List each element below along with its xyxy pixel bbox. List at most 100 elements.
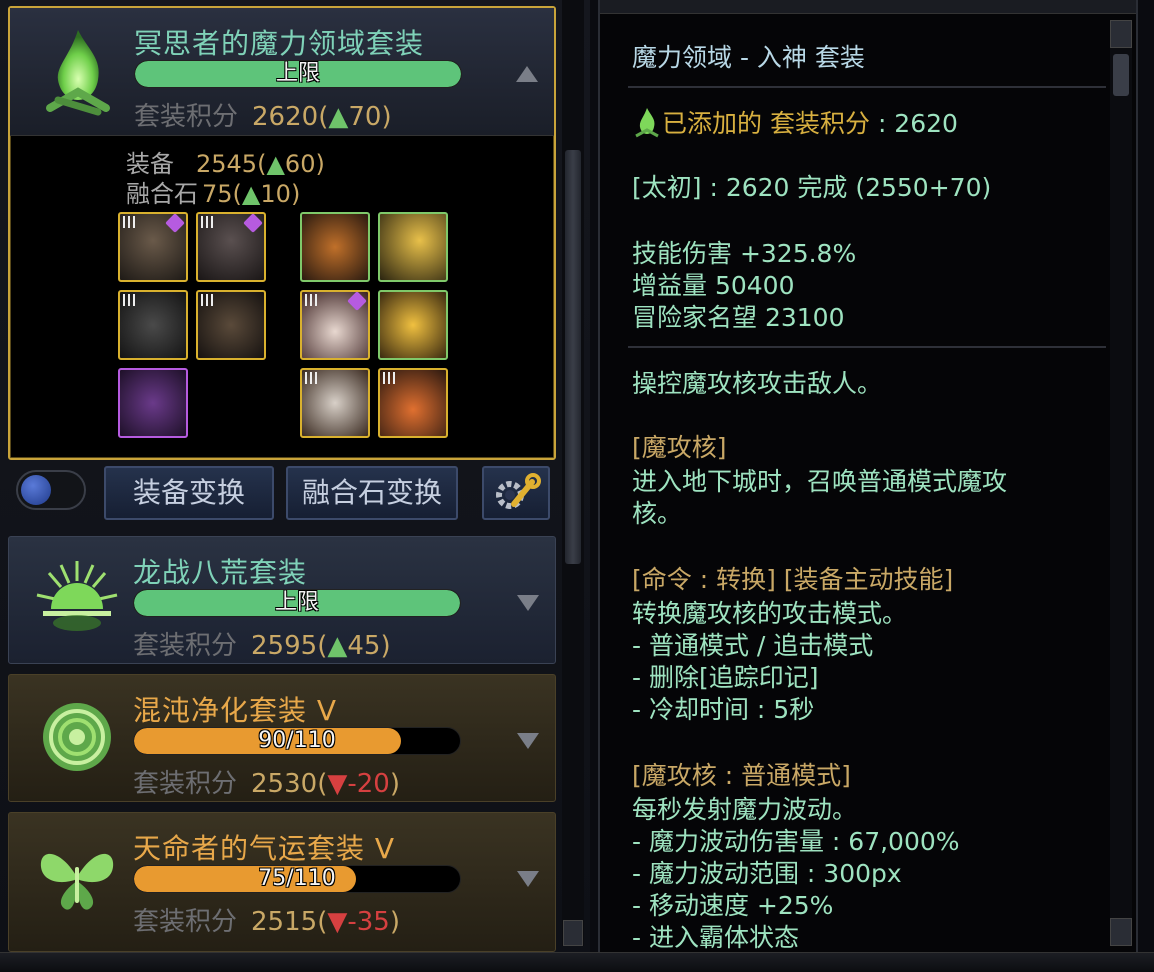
scrollbar-thumb[interactable] bbox=[565, 150, 581, 564]
rising-sun-icon bbox=[36, 561, 118, 631]
set-name: 冥思者的魔力领域套装 bbox=[134, 27, 425, 60]
section-line: - 普通模式 / 追击模式 bbox=[632, 631, 874, 660]
scrollbar-thumb[interactable] bbox=[1113, 54, 1129, 96]
equip-slot-belt-icon[interactable] bbox=[196, 290, 266, 360]
set-name: 混沌净化套装 V bbox=[133, 694, 338, 727]
set-score-value: 2530 bbox=[251, 769, 318, 799]
equip-slot-earring-icon[interactable] bbox=[378, 290, 448, 360]
set-toggle-switch[interactable] bbox=[16, 470, 86, 510]
added-prefix: 已添加的 bbox=[662, 109, 763, 138]
detail-title: 魔力领域 - 入神 套装 bbox=[632, 43, 865, 72]
set-card-selected[interactable]: 冥思者的魔力领域套装 上限 套装积分 2620(▲70) 装备 2545(▲60) … bbox=[8, 6, 556, 460]
added-score-row: 已添加的 套装积分 : 2620 bbox=[632, 104, 958, 140]
set-detail-panel: 魔力领域 - 入神 套装 已添加的 套装积分 : 2620 [太初] : 262… bbox=[598, 0, 1138, 952]
set-card[interactable]: 龙战八荒套装 上限 套装积分 2595(▲45) bbox=[8, 536, 556, 664]
score-down-arrow-icon: ▼ bbox=[327, 907, 348, 937]
stone-score-delta: 10 bbox=[260, 180, 291, 208]
equip-slot-pants-icon[interactable] bbox=[118, 290, 188, 360]
section-line: - 移动速度 +25% bbox=[632, 891, 834, 920]
toggle-knob bbox=[21, 475, 51, 505]
desc-line: 操控魔攻核攻击敌人。 bbox=[632, 369, 883, 398]
scroll-up-button[interactable] bbox=[1110, 20, 1132, 48]
section-line: - 删除[追踪印记] bbox=[632, 663, 819, 692]
stone-score-row: 融合石 75(▲10) bbox=[126, 180, 301, 208]
added-value: : 2620 bbox=[877, 109, 958, 138]
set-card-header[interactable]: 冥思者的魔力领域套装 上限 套装积分 2620(▲70) bbox=[10, 8, 554, 136]
set-score: 套装积分 2620(▲70) bbox=[134, 102, 392, 132]
detail-header-strip bbox=[600, 0, 1136, 14]
added-label: 套装积分 bbox=[769, 109, 870, 138]
set-progress-bar: 90/110 bbox=[133, 727, 461, 755]
set-score-delta: 45 bbox=[347, 631, 381, 661]
butterfly-icon bbox=[40, 853, 114, 910]
equip-slot-hat-icon[interactable] bbox=[118, 212, 188, 282]
section-title: [命令 : 转换] bbox=[632, 565, 776, 594]
set-progress-text: 上限 bbox=[274, 590, 319, 615]
set-progress-text: 75/110 bbox=[258, 866, 336, 891]
rose-icon bbox=[43, 703, 111, 771]
set-progress-bar: 上限 bbox=[133, 589, 461, 617]
score-down-arrow-icon: ▼ bbox=[327, 769, 348, 799]
equip-slot-coat-icon[interactable] bbox=[196, 212, 266, 282]
set-score-delta: 70 bbox=[348, 102, 382, 132]
set-score-label: 套装积分 bbox=[133, 631, 238, 661]
stat-buff-amount: 增益量 50400 bbox=[632, 271, 795, 300]
set-progress-bar: 上限 bbox=[134, 60, 462, 88]
set-score-label: 套装积分 bbox=[134, 102, 239, 132]
scroll-down-button[interactable] bbox=[1110, 918, 1132, 946]
set-list-panel: 冥思者的魔力领域套装 上限 套装积分 2620(▲70) 装备 2545(▲60) … bbox=[0, 0, 590, 972]
equip-slot-necklace-icon[interactable] bbox=[378, 212, 448, 282]
section-line: 每秒发射魔力波动。 bbox=[632, 795, 858, 824]
set-score-value: 2595 bbox=[251, 631, 318, 661]
section-title: [魔攻核] bbox=[632, 433, 727, 462]
section-line: - 进入霸体状态 bbox=[632, 923, 799, 952]
green-flame-icon bbox=[46, 30, 110, 116]
set-card[interactable]: 混沌净化套装 V 90/110 套装积分 2530(▼-20) bbox=[8, 674, 556, 802]
set-score-label: 套装积分 bbox=[133, 769, 238, 799]
stone-score-value: 75 bbox=[202, 180, 233, 208]
set-score-delta: -35 bbox=[347, 907, 390, 937]
up-arrow-icon: ▲ bbox=[241, 180, 261, 208]
set-name: 天命者的气运套装 V bbox=[133, 832, 396, 865]
section-line: 核。 bbox=[632, 499, 683, 528]
section-line: - 冷却时间 : 5秒 bbox=[632, 695, 815, 724]
green-flame-icon bbox=[635, 108, 659, 138]
collapse-arrow-icon[interactable] bbox=[516, 66, 538, 82]
scroll-down-button[interactable] bbox=[563, 920, 583, 946]
wrench-gear-icon bbox=[496, 473, 541, 509]
equip-slot-bracelet-icon[interactable] bbox=[300, 212, 370, 282]
expand-arrow-icon[interactable] bbox=[517, 871, 539, 887]
equip-slot-support-icon[interactable] bbox=[300, 368, 370, 438]
equip-slot-shoes-icon[interactable] bbox=[118, 368, 188, 438]
set-score-value: 2620 bbox=[252, 102, 319, 132]
stone-score-label: 融合石 bbox=[126, 180, 198, 208]
window-bottom-frame bbox=[0, 952, 1154, 972]
set-name: 龙战八荒套装 bbox=[133, 556, 308, 589]
equip-slot-ring-icon[interactable] bbox=[300, 290, 370, 360]
section-title-row: [命令 : 转换] [装备主动技能] bbox=[632, 560, 953, 596]
expand-arrow-icon[interactable] bbox=[517, 595, 539, 611]
section-title: [魔攻核 : 普通模式] bbox=[632, 761, 851, 790]
detail-scrollbar[interactable] bbox=[1110, 20, 1132, 946]
set-card[interactable]: 天命者的气运套装 V 75/110 套装积分 2515(▼-35) bbox=[8, 812, 556, 952]
section-line: - 魔力波动伤害量 : 67,000% bbox=[632, 827, 960, 856]
set-score-value: 2515 bbox=[251, 907, 318, 937]
score-up-arrow-icon: ▲ bbox=[327, 631, 348, 661]
settings-button[interactable] bbox=[482, 466, 550, 520]
set-progress-text: 上限 bbox=[275, 61, 320, 86]
divider bbox=[628, 346, 1106, 348]
stone-switch-button[interactable]: 融合石变换 bbox=[286, 466, 458, 520]
expand-arrow-icon[interactable] bbox=[517, 733, 539, 749]
set-progress-bar: 75/110 bbox=[133, 865, 461, 893]
taichu-line: [太初] : 2620 完成 (2550+70) bbox=[632, 173, 992, 202]
set-list-scrollbar[interactable] bbox=[562, 0, 584, 946]
set-score-label: 套装积分 bbox=[133, 907, 238, 937]
section-line: 进入地下城时，召唤普通模式魔攻 bbox=[632, 467, 1008, 496]
section-tag: [装备主动技能] bbox=[783, 565, 954, 594]
divider bbox=[628, 86, 1106, 88]
section-line: - 魔力波动范围 : 300px bbox=[632, 859, 902, 888]
equip-switch-button[interactable]: 装备变换 bbox=[104, 466, 274, 520]
equip-slot-magic-stone-icon[interactable] bbox=[378, 368, 448, 438]
set-score: 套装积分 2515(▼-35) bbox=[133, 907, 400, 937]
stat-skill-damage: 技能伤害 +325.8% bbox=[632, 239, 857, 268]
